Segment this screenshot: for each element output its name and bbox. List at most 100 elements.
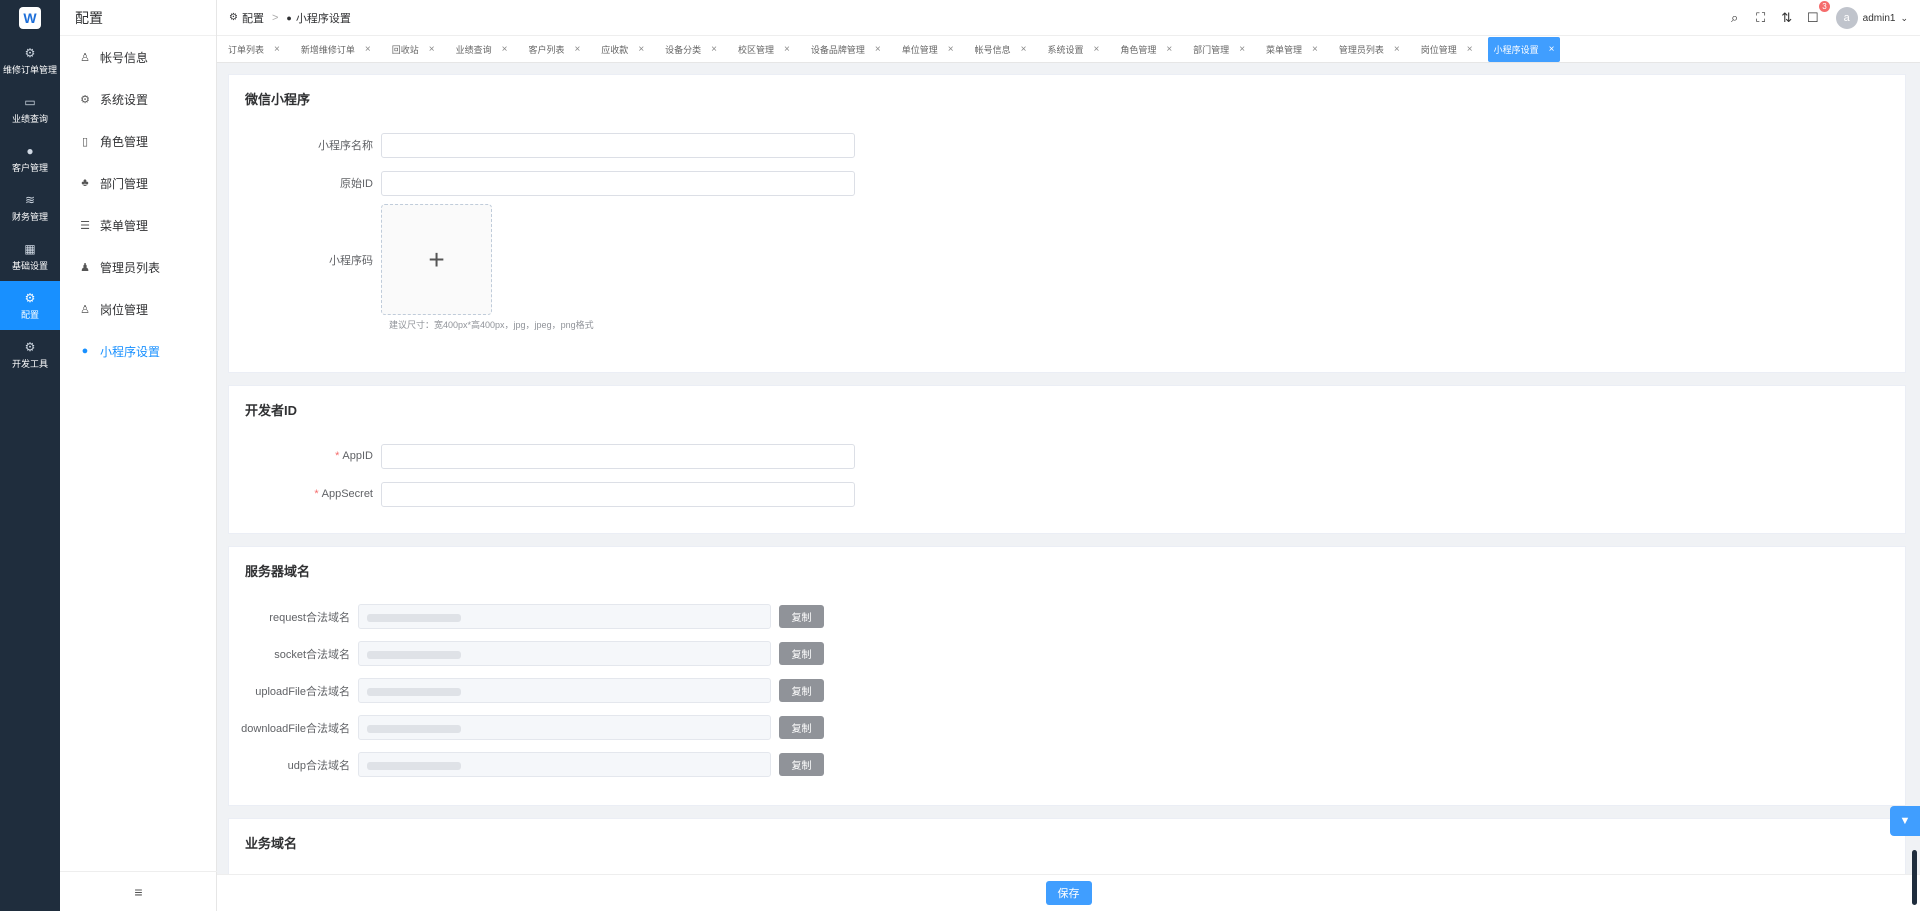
tab-new-repair-order[interactable]: 新增维修订单 × [295,37,377,62]
close-icon[interactable]: × [1394,44,1400,55]
domain-label: downloadFile合法域名 [241,722,350,735]
sidebar-item-menu-management[interactable]: ☰ 菜单管理 [60,204,216,246]
tab-label: 应收款 [601,44,629,55]
sidebar-item-label: 部门管理 [100,176,149,191]
rail-item-repair-orders[interactable]: ⚙ 维修订单管理 [0,36,60,85]
copy-button[interactable]: 复制 [779,605,824,628]
tab-device-category[interactable]: 设备分类 × [659,37,723,62]
sidebar-item-role-management[interactable]: ▯ 角色管理 [60,120,216,162]
field-label: * AppID [229,450,381,462]
tab-receivables[interactable]: 应收款 × [595,37,650,62]
domain-label: uploadFile合法域名 [255,685,350,698]
chevron-down-icon[interactable]: ⌄ [1900,13,1908,24]
miniprogram-name-input[interactable] [381,132,855,158]
domain-label: socket合法域名 [274,648,350,661]
close-icon[interactable]: × [1166,44,1172,55]
copy-button[interactable]: 复制 [779,679,824,702]
close-icon[interactable]: × [1312,44,1318,55]
config-sidebar: 配置 ♙ 帐号信息 ⚙ 系统设置 ▯ 角色管理 ♣ 部门管理 ☰ 菜单管理 ♟ 管理员列表 … [60,0,217,911]
close-icon[interactable]: × [274,44,280,55]
tab-customer-list[interactable]: 客户列表 × [522,37,586,62]
tab-label: 管理员列表 [1338,44,1384,55]
scrollbar[interactable] [1912,850,1917,905]
sidebar-item-system-settings[interactable]: ⚙ 系统设置 [60,78,216,120]
tab-label: 校区管理 [738,44,775,55]
close-icon[interactable]: × [638,44,644,55]
tab-label: 部门管理 [1193,44,1230,55]
top-header: ⚙ 配置 > ● 小程序设置 ⌕ ⛶ ⇅ ☐ 3 a admin1 ⌄ [217,0,1920,36]
copy-button[interactable]: 复制 [779,716,824,739]
close-icon[interactable]: × [502,44,508,55]
breadcrumb-item[interactable]: 配置 [242,10,264,26]
avatar[interactable]: a [1835,7,1858,29]
size-icon[interactable]: ⇅ [1774,10,1800,26]
tab-unit-management[interactable]: 单位管理 × [896,37,960,62]
close-icon[interactable]: × [1093,44,1099,55]
copy-button[interactable]: 复制 [779,642,824,665]
close-icon[interactable]: × [574,44,580,55]
tab-order-list[interactable]: 订单列表 × [222,37,286,62]
tab-department-management[interactable]: 部门管理 × [1187,37,1251,62]
settings-float-button[interactable]: ▼ [1890,806,1920,836]
tab-admin-list[interactable]: 管理员列表 × [1333,37,1406,62]
tab-recycle-bin[interactable]: 回收站 × [386,37,441,62]
breadcrumb-separator: > [271,11,279,24]
tab-label: 系统设置 [1047,44,1084,55]
rail-item-customers[interactable]: ● 客户管理 [0,134,60,183]
wechat-miniprogram-card: 微信小程序 小程序名称 原始ID 小程序码 + 建议尺寸：宽400px*高400… [228,74,1906,373]
close-icon[interactable]: × [875,44,881,55]
user-icon: ♙ [80,51,90,64]
rail-item-finance[interactable]: ≋ 财务管理 [0,183,60,232]
tab-performance[interactable]: 业绩查询 × [450,37,514,62]
tab-role-management[interactable]: 角色管理 × [1114,37,1178,62]
tab-label: 回收站 [391,44,419,55]
close-icon[interactable]: × [948,44,954,55]
fullscreen-icon[interactable]: ⛶ [1748,10,1774,26]
brush-icon: ▼ [1899,815,1911,827]
close-icon[interactable]: × [711,44,717,55]
app-logo[interactable]: W [0,0,60,36]
save-button[interactable]: 保存 [1045,881,1092,905]
username[interactable]: admin1 [1863,13,1896,24]
appid-input[interactable] [381,443,855,469]
close-icon[interactable]: × [1467,44,1473,55]
sidebar-item-position-management[interactable]: ♙ 岗位管理 [60,288,216,330]
qrcode-upload[interactable]: + [381,204,492,315]
close-icon[interactable]: × [784,44,790,55]
sidebar-item-miniprogram-settings[interactable]: ● 小程序设置 [60,330,216,372]
sidebar-item-label: 系统设置 [100,92,149,107]
tab-label: 设备品牌管理 [810,44,865,55]
close-icon[interactable]: × [1021,44,1027,55]
sidebar-item-account-info[interactable]: ♙ 帐号信息 [60,36,216,78]
rail-item-dev-tools[interactable]: ⚙ 开发工具 [0,330,60,379]
notification-badge: 3 [1819,1,1830,12]
rail-item-basic-settings[interactable]: ▦ 基础设置 [0,232,60,281]
origin-id-input[interactable] [381,170,855,196]
upload-hint: 建议尺寸：宽400px*高400px，jpg，jpeg，png格式 [389,320,594,330]
close-icon[interactable]: × [1549,44,1555,55]
message-icon[interactable]: ☐ 3 [1800,1,1830,26]
close-icon[interactable]: × [1239,44,1245,55]
tab-campus-management[interactable]: 校区管理 × [732,37,796,62]
redacted-value [367,614,461,622]
appsecret-input[interactable] [381,481,855,507]
tab-device-brand[interactable]: 设备品牌管理 × [805,37,887,62]
close-icon[interactable]: × [429,44,435,55]
sidebar-item-department-management[interactable]: ♣ 部门管理 [60,162,216,204]
tab-miniprogram-settings[interactable]: 小程序设置 × [1487,36,1561,62]
tab-account-info[interactable]: 帐号信息 × [969,37,1033,62]
tab-menu-management[interactable]: 菜单管理 × [1260,37,1324,62]
sidebar-item-label: 角色管理 [100,134,149,149]
breadcrumb: ⚙ 配置 > ● 小程序设置 [229,10,351,26]
close-icon[interactable]: × [365,44,371,55]
rail-item-performance[interactable]: ▭ 业绩查询 [0,85,60,134]
search-icon[interactable]: ⌕ [1722,10,1748,26]
user-icon: ♟ [80,261,90,274]
tab-position-management[interactable]: 岗位管理 × [1415,37,1479,62]
field-label: 小程序名称 [318,140,373,152]
sidebar-collapse-button[interactable]: ≡ [60,871,217,911]
sidebar-item-admin-list[interactable]: ♟ 管理员列表 [60,246,216,288]
rail-item-config[interactable]: ⚙ 配置 [0,281,60,330]
tab-system-settings[interactable]: 系统设置 × [1041,37,1105,62]
copy-button[interactable]: 复制 [779,753,824,776]
